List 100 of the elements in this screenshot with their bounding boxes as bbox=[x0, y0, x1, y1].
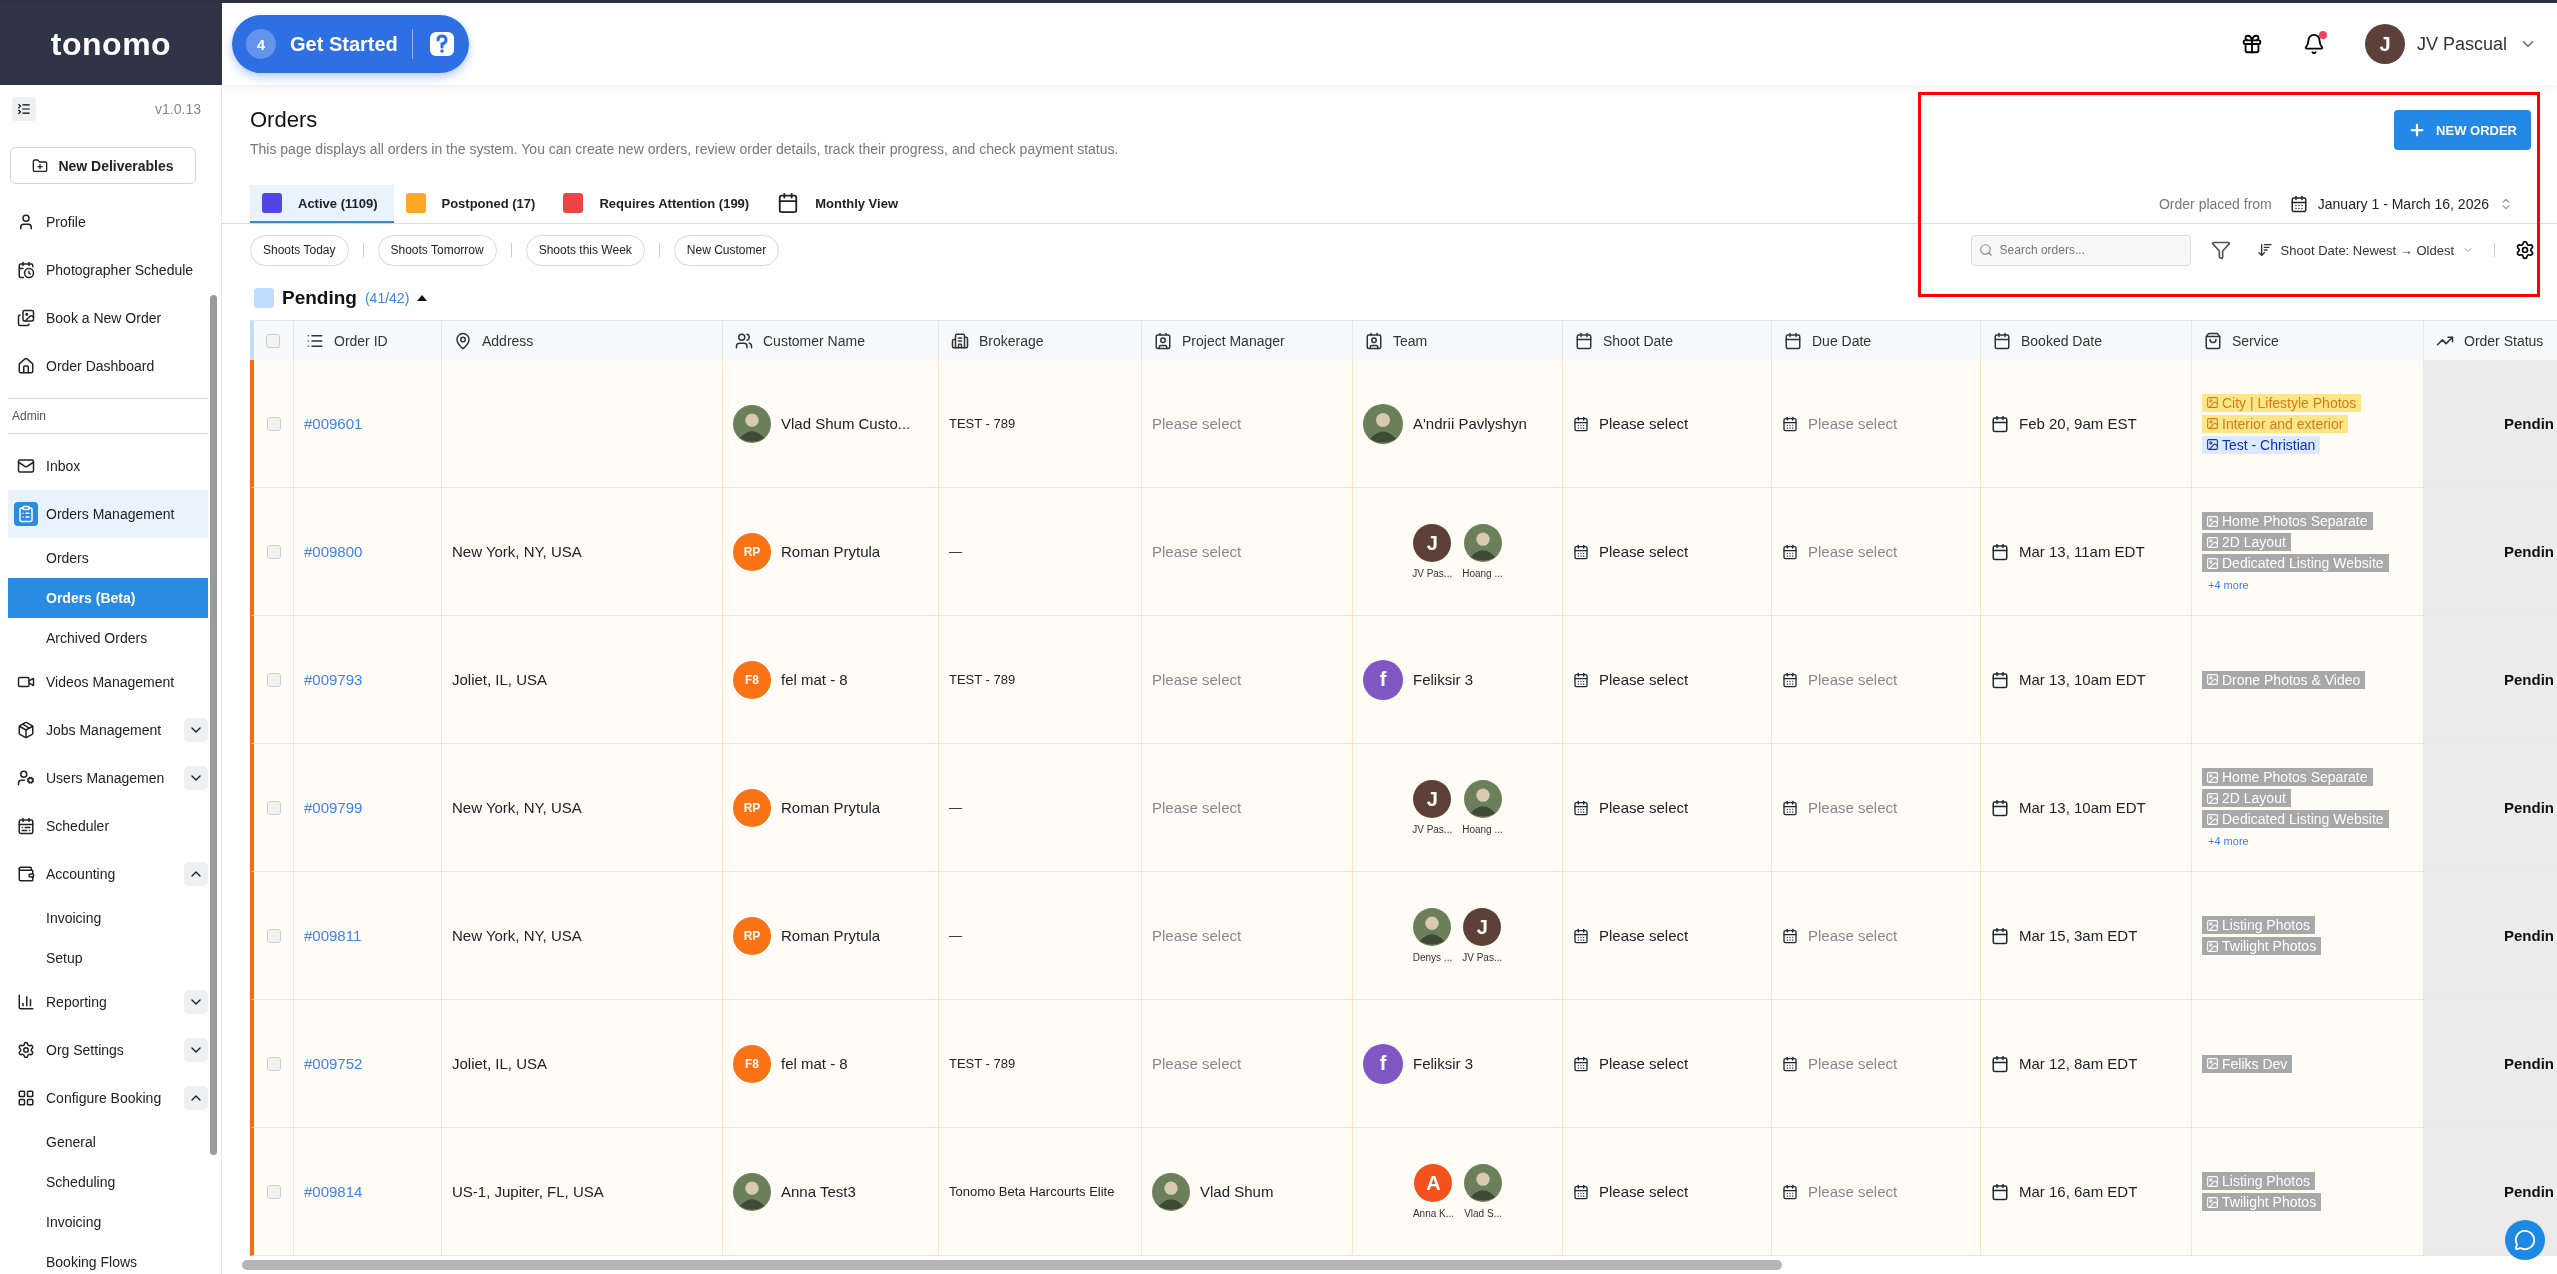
status-tab[interactable]: Active (1109) bbox=[250, 185, 394, 223]
new-deliverables-button[interactable]: New Deliverables bbox=[10, 147, 196, 184]
shoot-date-select[interactable]: Please select bbox=[1599, 799, 1689, 816]
nav-item[interactable]: Photographer Schedule bbox=[8, 246, 208, 294]
nav-subitem[interactable]: General bbox=[8, 1122, 208, 1162]
project-manager-select[interactable]: Please select bbox=[1152, 799, 1242, 816]
nav-item[interactable]: Org Settings bbox=[8, 1026, 208, 1074]
project-manager-select[interactable]: Please select bbox=[1152, 1055, 1242, 1072]
more-services-link[interactable]: +4 more bbox=[2208, 835, 2249, 847]
nav-subitem[interactable]: Orders (Beta) bbox=[8, 578, 208, 618]
people-icon bbox=[735, 331, 753, 350]
scrollbar[interactable] bbox=[242, 1260, 1782, 1270]
row-checkbox[interactable] bbox=[266, 544, 281, 559]
nav-item[interactable]: Order Dashboard bbox=[8, 342, 208, 390]
project-manager-select[interactable]: Please select bbox=[1152, 415, 1242, 432]
order-id-link[interactable]: #009800 bbox=[304, 543, 363, 560]
image-icon bbox=[2206, 556, 2219, 570]
row-checkbox[interactable] bbox=[266, 672, 281, 687]
shoot-date-select[interactable]: Please select bbox=[1599, 543, 1689, 560]
service-tag: Listing Photos bbox=[2202, 1172, 2315, 1190]
shoot-date-select[interactable]: Please select bbox=[1599, 927, 1689, 944]
row-checkbox[interactable] bbox=[266, 800, 281, 815]
new-order-button[interactable]: NEW ORDER bbox=[2394, 110, 2531, 150]
due-date-select[interactable]: Please select bbox=[1808, 1055, 1898, 1072]
service-tag: Twilight Photos bbox=[2202, 1193, 2322, 1211]
row-checkbox[interactable] bbox=[266, 928, 281, 943]
chevron-down-icon[interactable] bbox=[184, 718, 208, 742]
nav-item[interactable]: Scheduler bbox=[8, 802, 208, 850]
nav-subitem[interactable]: Setup bbox=[8, 938, 208, 978]
due-date-select[interactable]: Please select bbox=[1808, 927, 1898, 944]
chevron-down-icon[interactable] bbox=[184, 990, 208, 1014]
get-started-button[interactable]: 4 Get Started bbox=[232, 15, 469, 73]
user-menu[interactable]: J JV Pascual bbox=[2358, 23, 2543, 65]
shoot-date-select[interactable]: Please select bbox=[1599, 415, 1689, 432]
row-checkbox[interactable] bbox=[266, 416, 281, 431]
collapse-caret-icon[interactable] bbox=[417, 294, 428, 302]
shoot-date-select[interactable]: Please select bbox=[1599, 1183, 1689, 1200]
status-tab[interactable]: Postponed (17) bbox=[393, 185, 552, 223]
nav-subitem[interactable]: Archived Orders bbox=[8, 618, 208, 658]
nav-item[interactable]: Orders Management bbox=[8, 490, 208, 538]
brand-logo: tonomo bbox=[50, 25, 172, 63]
search-field[interactable]: Search orders... bbox=[1970, 234, 2191, 266]
status-tab[interactable]: Requires Attention (199) bbox=[551, 185, 766, 223]
order-id-link[interactable]: #009752 bbox=[304, 1055, 363, 1072]
project-manager-select[interactable]: Please select bbox=[1152, 671, 1242, 688]
status-tab[interactable]: Monthly View bbox=[765, 185, 914, 223]
nav-item[interactable]: Videos Management bbox=[8, 658, 208, 706]
due-date-select[interactable]: Please select bbox=[1808, 671, 1898, 688]
more-services-link[interactable]: +4 more bbox=[2208, 579, 2249, 591]
quick-filter-chip[interactable]: New Customer bbox=[673, 234, 780, 266]
project-manager-select[interactable]: Please select bbox=[1152, 543, 1242, 560]
scrollbar[interactable] bbox=[210, 295, 217, 1155]
due-date-select[interactable]: Please select bbox=[1808, 543, 1898, 560]
sort-dropdown[interactable]: Shoot Date: Newest → Oldest bbox=[2250, 241, 2480, 259]
shoot-date-select[interactable]: Please select bbox=[1599, 1055, 1689, 1072]
calendar-icon bbox=[1784, 331, 1802, 350]
nav-subitem[interactable]: Booking Flows bbox=[8, 1242, 208, 1274]
nav-item[interactable]: Users Managemen bbox=[8, 754, 208, 802]
date-range-picker[interactable]: January 1 - March 16, 2026 bbox=[2283, 194, 2519, 214]
shoot-date-select[interactable]: Please select bbox=[1599, 671, 1689, 688]
quick-filter-chip[interactable]: Shoots this Week bbox=[525, 234, 645, 266]
nav-subitem[interactable]: Orders bbox=[8, 538, 208, 578]
chevron-up-icon[interactable] bbox=[184, 1086, 208, 1110]
order-status: Pendin bbox=[2504, 671, 2554, 688]
nav-item[interactable]: Configure Booking bbox=[8, 1074, 208, 1122]
order-id-link[interactable]: #009814 bbox=[304, 1183, 363, 1200]
due-date-select[interactable]: Please select bbox=[1808, 415, 1898, 432]
service-tag: Test - Christian bbox=[2202, 435, 2321, 454]
image-icon bbox=[2206, 535, 2219, 549]
select-all-checkbox[interactable] bbox=[266, 333, 280, 348]
order-id-link[interactable]: #009799 bbox=[304, 799, 363, 816]
image-icon bbox=[2206, 514, 2219, 528]
nav-item[interactable]: Reporting bbox=[8, 978, 208, 1026]
nav-item[interactable]: Profile bbox=[8, 198, 208, 246]
nav-item[interactable]: Accounting bbox=[8, 850, 208, 898]
team-member-name: Hoang ... bbox=[1462, 824, 1503, 835]
nav-subitem[interactable]: Scheduling bbox=[8, 1162, 208, 1202]
date-filter-label: Order placed from bbox=[2158, 196, 2272, 212]
collapse-sidebar-button[interactable] bbox=[12, 97, 36, 121]
order-id-link[interactable]: #009793 bbox=[304, 671, 363, 688]
due-date-select[interactable]: Please select bbox=[1808, 799, 1898, 816]
chevron-up-icon[interactable] bbox=[184, 862, 208, 886]
row-checkbox[interactable] bbox=[266, 1184, 281, 1199]
calendar-icon bbox=[1782, 927, 1798, 944]
order-id-link[interactable]: #009601 bbox=[304, 415, 363, 432]
chevron-down-icon[interactable] bbox=[184, 766, 208, 790]
nav-item[interactable]: Book a New Order bbox=[8, 294, 208, 342]
nav-subitem[interactable]: Invoicing bbox=[8, 898, 208, 938]
chevron-down-icon[interactable] bbox=[184, 1038, 208, 1062]
order-id-link[interactable]: #009811 bbox=[304, 927, 362, 944]
quick-filter-chip[interactable]: Shoots Tomorrow bbox=[377, 234, 497, 266]
service-tag: Dedicated Listing Website bbox=[2202, 810, 2389, 828]
quick-filter-chip[interactable]: Shoots Today bbox=[250, 234, 349, 266]
project-manager-select[interactable]: Please select bbox=[1152, 927, 1242, 944]
due-date-select[interactable]: Please select bbox=[1808, 1183, 1898, 1200]
nav-item[interactable]: Jobs Management bbox=[8, 706, 208, 754]
row-checkbox[interactable] bbox=[266, 1056, 281, 1071]
project-manager-name: Vlad Shum bbox=[1200, 1183, 1274, 1200]
nav-item[interactable]: Inbox bbox=[8, 442, 208, 490]
nav-subitem[interactable]: Invoicing bbox=[8, 1202, 208, 1242]
